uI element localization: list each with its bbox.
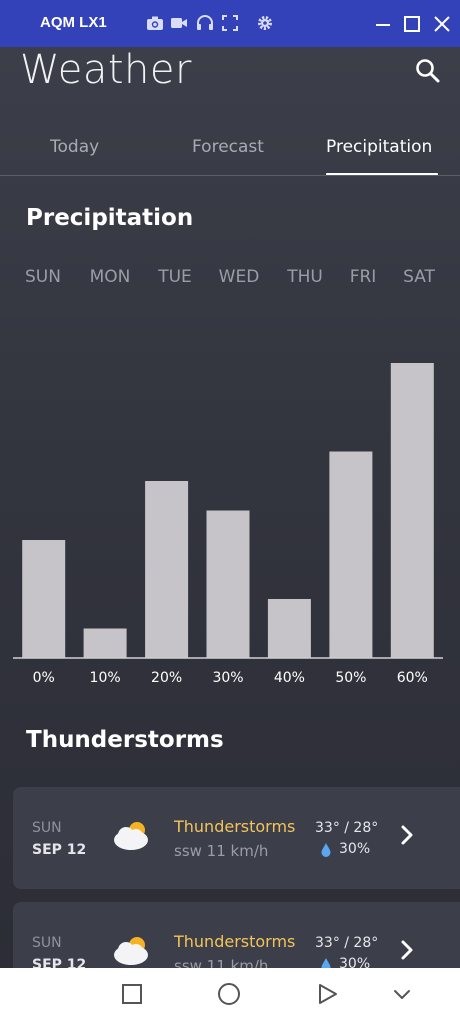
tab-bar: Today Forecast Precipitation [0, 131, 460, 177]
precip-tick-label: 0% [33, 670, 55, 686]
recent-apps-icon[interactable] [120, 982, 144, 1006]
card-day: SUN [32, 935, 62, 951]
day-label: WED [218, 267, 260, 287]
precip-bar [329, 451, 373, 658]
app-title: Weather [20, 47, 192, 93]
card-wind: ssw 11 km/h [174, 842, 269, 860]
card-rain-chance: 30% [339, 841, 371, 857]
card-day: SUN [32, 820, 62, 836]
thunderstorms-heading: Thunderstorms [26, 727, 224, 753]
day-label: MON [89, 267, 131, 287]
precip-tick-label: 60% [397, 670, 428, 686]
card-wind: ssw 11 km/h [174, 957, 269, 968]
weekday-labels: SUN MON TUE WED THU FRI SAT [0, 267, 460, 291]
precip-tick-label: 50% [335, 670, 366, 686]
chevron-right-icon[interactable] [399, 824, 415, 846]
headphones-icon[interactable] [196, 14, 214, 32]
precip-bar [22, 540, 66, 658]
card-condition: Thunderstorms [174, 817, 296, 836]
back-play-icon[interactable] [315, 982, 339, 1006]
search-icon[interactable] [414, 57, 442, 85]
partly-cloudy-icon [114, 937, 148, 965]
card-date: SEP 12 [32, 957, 87, 968]
chevron-down-icon[interactable] [390, 982, 414, 1006]
card-temps: 33° / 28° [315, 935, 379, 951]
card-temps: 33° / 28° [315, 820, 379, 836]
home-icon[interactable] [217, 982, 241, 1006]
tab-today[interactable]: Today [50, 137, 99, 157]
maximize-icon[interactable] [403, 15, 421, 33]
day-label: THU [287, 267, 323, 287]
precip-tick-label: 10% [90, 670, 121, 686]
precip-tick-label: 40% [274, 670, 305, 686]
weather-app: Weather Today Forecast Precipitation Pre… [0, 47, 460, 968]
tab-precipitation[interactable]: Precipitation [326, 137, 438, 157]
device-name: AQM LX1 [40, 14, 107, 31]
precip-bar [145, 481, 189, 658]
precip-bar [206, 510, 250, 658]
fullscreen-icon[interactable] [221, 14, 239, 32]
precip-bar [390, 363, 434, 658]
day-label: SAT [403, 267, 435, 287]
precip-tick-label: 30% [212, 670, 243, 686]
tab-forecast[interactable]: Forecast [192, 137, 264, 157]
precip-bar [83, 628, 127, 658]
precipitation-chart: 0% 10% 20% 30% 40% 50% 60% [13, 363, 443, 686]
precipitation-heading: Precipitation [26, 205, 194, 231]
day-label: TUE [158, 267, 192, 287]
card-rain-chance: 30% [339, 956, 371, 968]
day-label: FRI [349, 267, 377, 287]
precip-bar [267, 599, 311, 658]
rain-drop-icon [321, 958, 331, 968]
forecast-card[interactable]: SUN SEP 12 Thunderstorms ssw 11 km/h 33°… [13, 787, 460, 889]
window-titlebar: AQM LX1 [0, 0, 460, 47]
card-date: SEP 12 [32, 842, 87, 858]
system-nav-bar [0, 968, 460, 1020]
chevron-right-icon[interactable] [399, 939, 415, 961]
settings-gear-icon[interactable] [256, 14, 274, 32]
camera-icon[interactable] [146, 14, 164, 32]
close-icon[interactable] [433, 15, 451, 33]
minimize-icon[interactable] [374, 16, 392, 34]
partly-cloudy-icon [114, 822, 148, 850]
rain-drop-icon [321, 843, 331, 857]
card-condition: Thunderstorms [174, 932, 296, 951]
tabs-divider [0, 175, 460, 176]
day-label: SUN [25, 267, 61, 287]
video-icon[interactable] [170, 14, 188, 32]
precip-tick-label: 20% [151, 670, 182, 686]
forecast-card[interactable]: SUN SEP 12 Thunderstorms ssw 11 km/h 33°… [13, 902, 460, 968]
